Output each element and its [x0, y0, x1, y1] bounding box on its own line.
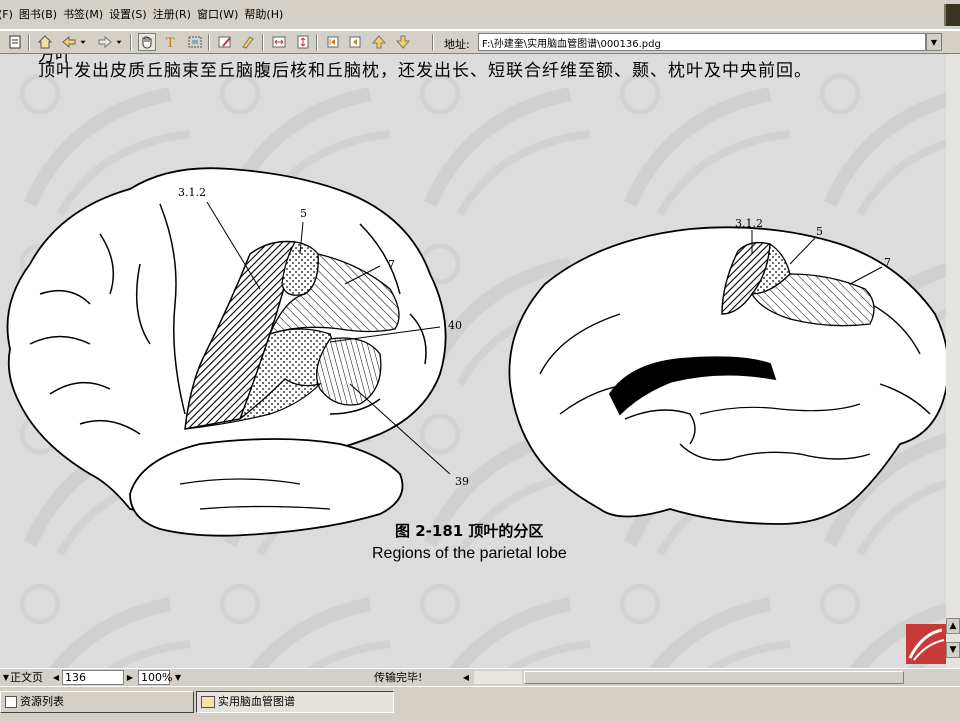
hscroll-left-icon[interactable]: ◀	[460, 671, 472, 684]
address-label: 地址:	[444, 38, 470, 51]
menu-file[interactable]: (F)	[0, 5, 19, 25]
medial-brain-drawing	[508, 226, 946, 525]
menu-help[interactable]: 帮助(H)	[244, 5, 289, 25]
document-view[interactable]: 方叶 顶叶发出皮质丘脑束至丘脑腹后核和丘脑枕，还发出长、短联合纤维至额、颞、枕叶…	[0, 54, 946, 668]
body-text-line: 顶叶发出皮质丘脑束至丘脑腹后核和丘脑枕，还发出长、短联合纤维至额、颞、枕叶及中央…	[38, 61, 812, 81]
page-up-icon[interactable]	[370, 33, 388, 51]
lateral-label-40: 40	[448, 319, 462, 332]
hscroll-track[interactable]	[474, 671, 522, 684]
prev-page-arrow-icon[interactable]: ◀	[50, 671, 62, 684]
svg-text:T: T	[166, 36, 175, 50]
page-number-input[interactable]: 136	[62, 670, 124, 685]
address-dropdown-button[interactable]: ▼	[926, 33, 942, 51]
back-arrow-icon[interactable]	[60, 33, 78, 51]
forward-arrow-icon[interactable]	[96, 33, 114, 51]
highlighter-icon[interactable]	[238, 33, 256, 51]
figure-caption-english: Regions of the parietal lobe	[372, 545, 567, 562]
text-tool-icon[interactable]: T	[162, 33, 180, 51]
menu-settings[interactable]: 设置(S)	[109, 5, 153, 25]
taskbar-resource-list[interactable]: 资源列表	[0, 691, 194, 713]
medial-label-3-1-2: 3.1.2	[735, 217, 763, 230]
annotate-icon[interactable]	[216, 33, 234, 51]
list-icon	[5, 696, 17, 708]
contents-icon[interactable]	[6, 33, 24, 51]
status-bar: ▼ 正文页 ◀ 136 ▶ 100% ▼ 传输完毕! ◀	[0, 668, 960, 687]
status-message: 传输完毕!	[374, 671, 423, 684]
forward-dropdown-icon[interactable]	[114, 33, 124, 51]
taskbar: 资源列表 实用脑血管图谱	[0, 686, 960, 721]
hand-tool-icon[interactable]	[138, 33, 156, 51]
toolbar: T 地址: F:\孙建奎\实用脑血管图谱\000136.pdg ▼	[0, 30, 960, 54]
select-region-icon[interactable]	[186, 33, 204, 51]
lateral-label-3-1-2: 3.1.2	[178, 186, 206, 199]
watermark-logo-icon	[906, 624, 946, 664]
app-corner-icon	[944, 4, 960, 26]
address-input[interactable]: F:\孙建奎\实用脑血管图谱\000136.pdg	[478, 33, 926, 51]
menu-bar: (F) 图书(B) 书签(M) 设置(S) 注册(R) 窗口(W) 帮助(H)	[0, 0, 960, 30]
lateral-label-7: 7	[388, 258, 395, 271]
first-page-icon[interactable]	[324, 33, 342, 51]
menu-register[interactable]: 注册(R)	[153, 5, 197, 25]
medial-label-5: 5	[816, 225, 823, 238]
scroll-down-button[interactable]: ▼	[946, 642, 960, 658]
book-icon	[201, 696, 215, 708]
previous-page-icon[interactable]	[346, 33, 364, 51]
taskbar-book-window[interactable]: 实用脑血管图谱	[196, 691, 394, 713]
back-dropdown-icon[interactable]	[78, 33, 88, 51]
fit-height-icon[interactable]	[294, 33, 312, 51]
menu-bookmark[interactable]: 书签(M)	[63, 5, 109, 25]
home-icon[interactable]	[36, 33, 54, 51]
zoom-input[interactable]: 100%	[138, 670, 172, 685]
menu-book[interactable]: 图书(B)	[19, 5, 63, 25]
figure-caption-chinese: 图 2-181 顶叶的分区	[395, 522, 544, 540]
lateral-label-5: 5	[300, 207, 307, 220]
lateral-region-39	[316, 337, 382, 406]
hscroll-thumb[interactable]	[524, 671, 904, 684]
vertical-scrollbar[interactable]: ▲ ▼	[946, 54, 960, 668]
page-type-label[interactable]: 正文页	[10, 670, 43, 685]
brain-figure: 3.1.2 5 7 40 39 3.1.2 5 7	[6, 167, 946, 537]
zoom-dropdown-icon[interactable]: ▼	[172, 671, 184, 684]
scroll-up-button[interactable]: ▲	[946, 618, 960, 634]
next-page-arrow-icon[interactable]: ▶	[124, 671, 136, 684]
fit-width-icon[interactable]	[270, 33, 288, 51]
medial-label-7: 7	[884, 256, 891, 269]
page-down-icon[interactable]	[394, 33, 412, 51]
lateral-label-39: 39	[455, 475, 469, 488]
menu-window[interactable]: 窗口(W)	[197, 5, 244, 25]
